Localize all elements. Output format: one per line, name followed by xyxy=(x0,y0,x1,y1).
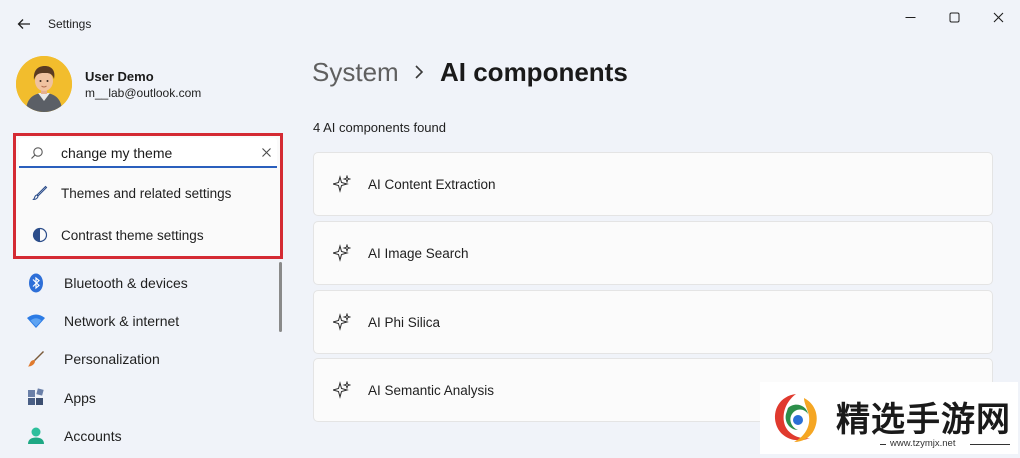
watermark-url: www.tzymjx.net xyxy=(890,438,956,449)
suggestion-themes[interactable]: Themes and related settings xyxy=(19,174,277,212)
nav-item-apps[interactable]: Apps xyxy=(20,381,260,415)
component-label: AI Phi Silica xyxy=(368,314,441,330)
arrow-left-icon xyxy=(17,19,30,29)
search-box[interactable] xyxy=(19,138,277,168)
nav-label: Bluetooth & devices xyxy=(64,275,188,291)
component-label: AI Image Search xyxy=(368,245,469,261)
close-button[interactable] xyxy=(982,6,1014,28)
watermark-text: 精选手游网 xyxy=(836,401,1011,439)
nav-item-personalization[interactable]: Personalization xyxy=(20,342,260,376)
paintbrush-icon xyxy=(26,349,46,369)
user-avatar-icon xyxy=(16,56,72,112)
back-button[interactable] xyxy=(10,10,38,38)
contrast-icon xyxy=(31,226,49,244)
title-bar: Settings xyxy=(0,0,1020,48)
user-email: m__lab@outlook.com xyxy=(85,86,202,100)
accounts-icon xyxy=(26,426,46,446)
minimize-button[interactable] xyxy=(894,6,926,28)
suggestion-label: Themes and related settings xyxy=(61,185,232,201)
search-icon xyxy=(31,147,43,159)
maximize-icon xyxy=(949,12,959,22)
nav-label: Accounts xyxy=(64,428,122,444)
avatar[interactable] xyxy=(16,56,72,112)
component-card[interactable]: AI Phi Silica xyxy=(313,290,993,354)
component-label: AI Content Extraction xyxy=(368,176,496,192)
results-count: 4 AI components found xyxy=(313,120,446,135)
nav-label: Personalization xyxy=(64,351,160,367)
page-title: AI components xyxy=(440,57,628,87)
nav-item-accounts[interactable]: Accounts xyxy=(20,419,260,453)
chevron-right-icon xyxy=(415,65,424,79)
sparkle-icon xyxy=(332,174,352,194)
nav-label: Network & internet xyxy=(64,313,180,329)
sparkle-icon xyxy=(332,243,352,263)
sparkle-icon xyxy=(332,312,352,332)
brush-icon xyxy=(31,184,49,202)
search-input[interactable] xyxy=(61,144,251,162)
suggestion-contrast[interactable]: Contrast theme settings xyxy=(19,216,277,254)
apps-icon xyxy=(26,388,46,408)
nav-item-network[interactable]: Network & internet xyxy=(20,304,260,338)
suggestion-label: Contrast theme settings xyxy=(61,227,204,243)
component-label: AI Semantic Analysis xyxy=(368,382,495,398)
sidebar-scrollbar[interactable] xyxy=(279,262,282,332)
bluetooth-icon xyxy=(26,273,46,293)
sparkle-icon xyxy=(332,380,352,400)
close-icon xyxy=(993,12,1003,22)
nav-item-bluetooth[interactable]: Bluetooth & devices xyxy=(20,266,260,300)
search-highlight-box: Themes and related settings Contrast the… xyxy=(13,133,283,259)
watermark-divider xyxy=(970,444,1010,445)
wifi-icon xyxy=(26,311,46,331)
maximize-button[interactable] xyxy=(938,6,970,28)
component-card[interactable]: AI Image Search xyxy=(313,221,993,285)
watermark: 精选手游网 www.tzymjx.net xyxy=(760,382,1018,454)
watermark-logo-icon xyxy=(774,394,817,442)
minimize-icon xyxy=(905,16,915,18)
component-card[interactable]: AI Content Extraction xyxy=(313,152,993,216)
nav-label: Apps xyxy=(64,390,96,406)
user-name: User Demo xyxy=(85,69,154,84)
clear-icon xyxy=(261,147,271,157)
watermark-divider xyxy=(880,444,886,445)
clear-search-button[interactable] xyxy=(260,146,272,158)
app-title: Settings xyxy=(48,17,92,31)
breadcrumb-parent[interactable]: System xyxy=(312,57,399,88)
settings-window: Settings User Demo m__lab@outlook.com ch… xyxy=(0,0,1020,458)
